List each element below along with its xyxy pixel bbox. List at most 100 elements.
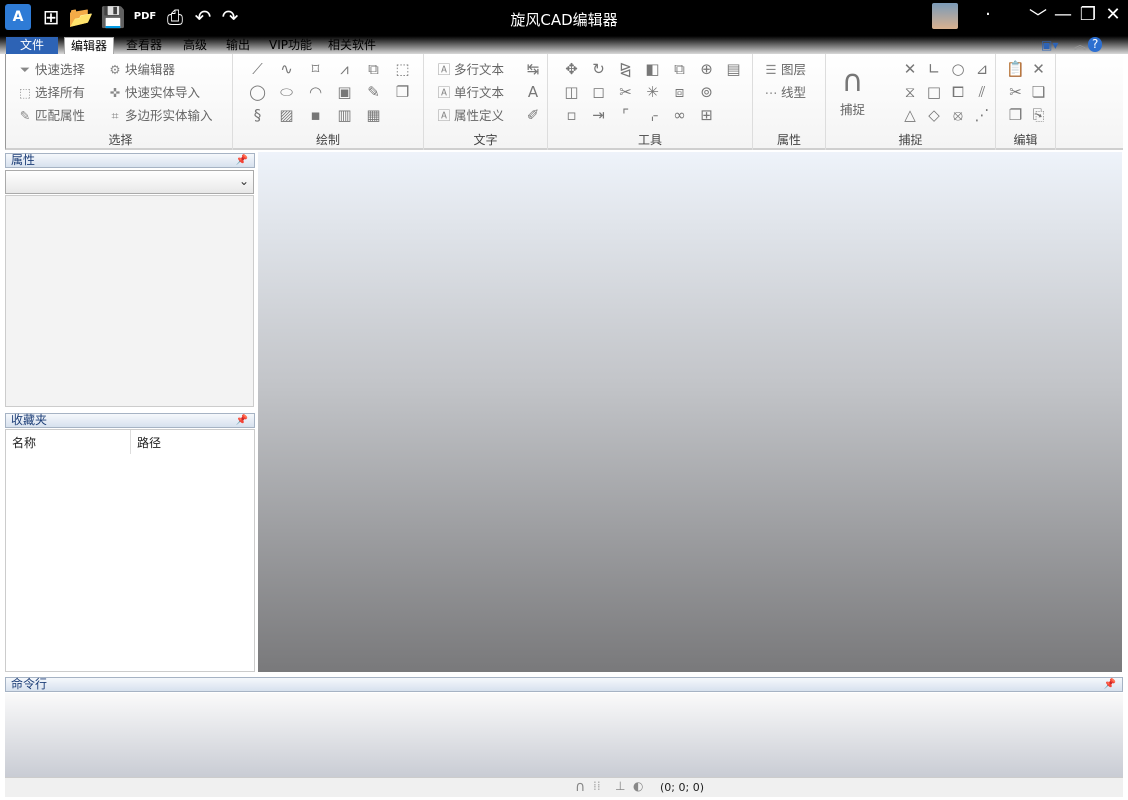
copy-base-icon[interactable]: ⎘	[1027, 104, 1050, 127]
chamfer-icon[interactable]: ⌌	[639, 104, 666, 127]
restore-button[interactable]: ❐	[1075, 4, 1101, 25]
user-avatar[interactable]	[932, 3, 958, 29]
line-icon[interactable]: ⟋	[243, 58, 272, 81]
tab-editor[interactable]: 编辑器	[64, 37, 115, 54]
snap-toggle-icon[interactable]: ∩	[575, 779, 585, 795]
snap-quadrant-icon[interactable]: □	[922, 81, 946, 104]
snap-button[interactable]: ∩ 捕捉	[840, 64, 865, 124]
blank	[720, 81, 747, 104]
column-path[interactable]: 路径	[130, 430, 167, 454]
snap-node-icon[interactable]: ◇	[922, 104, 946, 127]
properties-select[interactable]: ⌄	[5, 170, 254, 194]
snap-intersection-icon[interactable]: ✕	[898, 58, 922, 81]
align-icon[interactable]: ▤	[720, 58, 747, 81]
snap-tangent-icon[interactable]: ⦻	[946, 104, 970, 127]
snap-triangle-icon[interactable]: △	[898, 104, 922, 127]
break-icon[interactable]: ⇥	[585, 104, 612, 127]
multiline-text-button[interactable]: 🄰 多行文本	[436, 60, 504, 80]
stretch-icon[interactable]: ◫	[558, 81, 585, 104]
tab-file[interactable]: 文件	[6, 37, 58, 54]
array-icon[interactable]: ▫	[558, 104, 585, 127]
tab-related-software[interactable]: 相关软件	[322, 37, 382, 54]
hatch-icon[interactable]: ▨	[272, 104, 301, 127]
grid-toggle-icon[interactable]: ⁞⁞	[593, 779, 601, 793]
explode-icon[interactable]: ✳	[639, 81, 666, 104]
pin-icon[interactable]: 📌	[1104, 678, 1116, 691]
pen-icon[interactable]: ✎	[359, 81, 388, 104]
command-line-area[interactable]	[5, 693, 1123, 777]
select-all-button[interactable]: ⬚ 选择所有	[17, 83, 85, 103]
tab-vip[interactable]: VIP功能	[263, 37, 318, 54]
cut-icon[interactable]: ✂	[1004, 81, 1027, 104]
paste-special-icon[interactable]: ❏	[1027, 81, 1050, 104]
drawing-canvas[interactable]	[258, 152, 1122, 672]
snap-angle-icon[interactable]: ⊿	[970, 58, 994, 81]
polyline-icon[interactable]: ⩘	[330, 58, 359, 81]
rotate-icon[interactable]: ↻	[585, 58, 612, 81]
edit-text-icon[interactable]: ✐	[522, 104, 544, 127]
circle-icon[interactable]: ◯	[243, 81, 272, 104]
tab-advanced[interactable]: 高级	[177, 37, 213, 54]
spline-icon[interactable]: §	[243, 104, 272, 127]
snap-insert-icon[interactable]: ⧠	[946, 81, 970, 104]
copy-icon[interactable]: ⧉	[666, 58, 693, 81]
linetype-icon: ⋯	[764, 85, 778, 100]
block-editor-button[interactable]: ⚙ 块编辑器	[107, 60, 175, 80]
tab-output[interactable]: 输出	[220, 37, 256, 54]
match-properties-button[interactable]: ✎ 匹配属性	[17, 106, 85, 126]
polygon-entity-input-button[interactable]: ⌗ 多边形实体输入	[107, 106, 212, 126]
pin-icon[interactable]: 📌	[236, 154, 248, 167]
rectangle-icon[interactable]: ⌑	[301, 58, 330, 81]
chevron-down-icon: ⌄	[238, 174, 249, 188]
move-icon[interactable]: ✥	[558, 58, 585, 81]
ungroup-icon[interactable]: ⊚	[693, 81, 720, 104]
group-icon[interactable]: ⧈	[666, 81, 693, 104]
column-name[interactable]: 名称	[12, 434, 36, 451]
join-icon[interactable]: ∞	[666, 104, 693, 127]
close-button[interactable]: ✕	[1100, 4, 1126, 25]
snap-perpendicular-icon[interactable]: ∟	[922, 58, 946, 81]
table-icon[interactable]: ▦	[359, 104, 388, 127]
dropdown-chevron-icon[interactable]: ﹀	[1025, 4, 1051, 30]
copy-icon[interactable]: ❐	[1004, 104, 1027, 127]
fill-icon[interactable]: ◧	[639, 58, 666, 81]
paste-icon[interactable]: 📋	[1004, 58, 1027, 81]
pin-icon[interactable]: 📌	[236, 414, 248, 427]
edit-tools: 📋 ✕ ✂ ❏ ❐ ⎘	[1004, 58, 1050, 127]
block-add-icon[interactable]: ⊞	[693, 104, 720, 127]
picture-icon[interactable]: ▥	[330, 104, 359, 127]
insert-block-icon[interactable]: ⧉	[359, 58, 388, 81]
quick-entity-import-button[interactable]: ✜ 快速实体导入	[107, 83, 200, 103]
freehand-icon[interactable]: ∿	[272, 58, 301, 81]
ellipse-icon[interactable]: ⬭	[272, 81, 301, 104]
layers-button[interactable]: ☰ 图层	[763, 60, 806, 80]
single-line-text-button[interactable]: 🄰 单行文本	[436, 83, 504, 103]
snap-midpoint-icon[interactable]: ⧖	[898, 81, 922, 104]
style-menu-icon[interactable]: ▣▾	[1035, 37, 1064, 54]
layers-icon[interactable]: ❐	[388, 81, 417, 104]
mirror-icon[interactable]: ⧎	[612, 58, 639, 81]
polar-toggle-icon[interactable]: ◐	[633, 779, 643, 793]
snap-center-icon[interactable]: ○	[946, 58, 970, 81]
attribute-definition-button[interactable]: 🄰 属性定义	[436, 106, 504, 126]
scale-icon[interactable]: ◻	[585, 81, 612, 104]
help-icon[interactable]: ?	[1088, 37, 1103, 52]
linetype-button[interactable]: ⋯ 线型	[763, 83, 806, 103]
trim-icon[interactable]: ✂	[612, 81, 639, 104]
fillet-icon[interactable]: ⌜	[612, 104, 639, 127]
minimize-button[interactable]: —	[1050, 4, 1076, 25]
delete-icon[interactable]: ✕	[1027, 58, 1050, 81]
text-scale-icon[interactable]: ↹	[522, 58, 544, 81]
ortho-toggle-icon[interactable]: ⊥	[615, 779, 625, 793]
coordinates-readout: (0; 0; 0)	[660, 781, 704, 794]
quick-select-button[interactable]: ⏷ 快速选择	[17, 60, 85, 80]
insert-icon[interactable]: ⊕	[693, 58, 720, 81]
image-icon[interactable]: ▣	[330, 81, 359, 104]
text-style-icon[interactable]: A	[522, 81, 544, 104]
region-icon[interactable]: ⬚	[388, 58, 417, 81]
tab-viewer[interactable]: 查看器	[120, 37, 168, 54]
snap-nearest-icon[interactable]: ⋰	[970, 104, 994, 127]
snap-parallel-icon[interactable]: ⫽	[970, 81, 994, 104]
arc-icon[interactable]: ◠	[301, 81, 330, 104]
point-icon[interactable]: ▪	[301, 104, 330, 127]
